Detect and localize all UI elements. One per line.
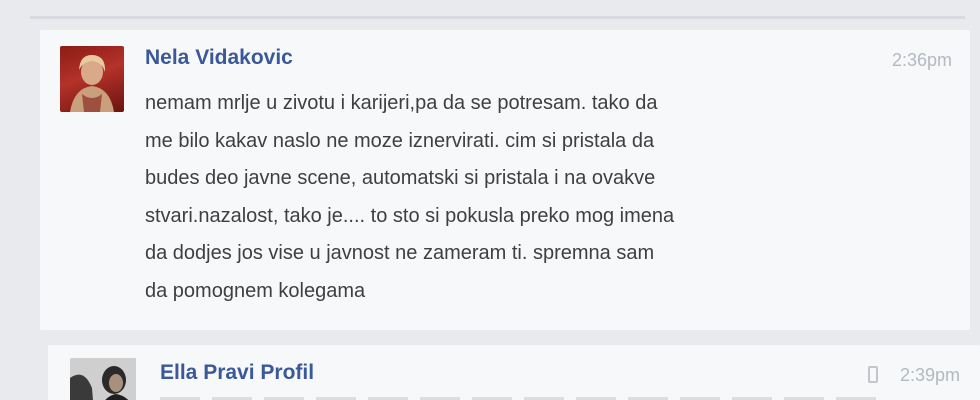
profile-photo-icon[interactable] <box>70 358 136 400</box>
message-item: Nela Vidakovic 2:36pm nemam mrlje u zivo… <box>40 30 970 330</box>
sender-name[interactable]: Nela Vidakovic <box>145 46 293 70</box>
message-text: nemam mrlje u zivotu i karijeri,pa da se… <box>145 92 675 302</box>
thread-divider <box>30 16 965 19</box>
message-timestamp: 2:39pm <box>899 365 960 385</box>
message-item: Ella Pravi Profil 2:39pm <box>48 345 980 400</box>
sender-name[interactable]: Ella Pravi Profil <box>160 361 314 385</box>
conversation-thread: Nela Vidakovic 2:36pm nemam mrlje u zivo… <box>0 0 980 400</box>
message-timestamp: 2:36pm <box>891 50 952 70</box>
profile-photo-icon[interactable] <box>60 46 124 112</box>
mobile-phone-icon <box>868 366 878 383</box>
